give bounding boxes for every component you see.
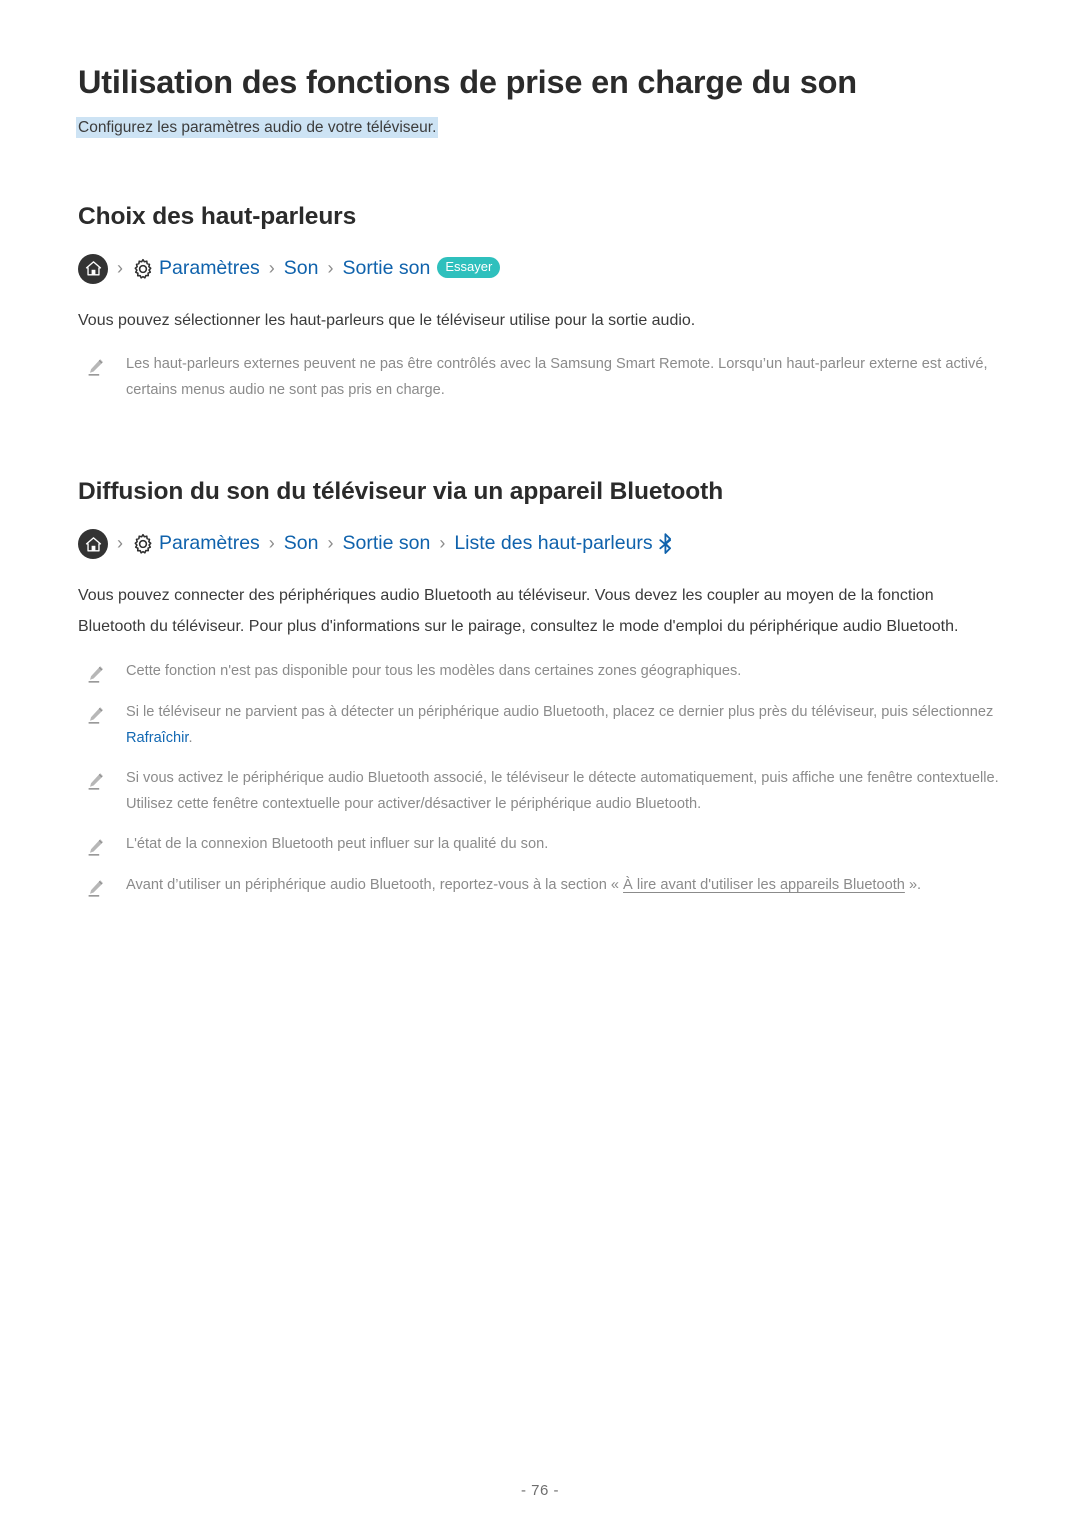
home-icon[interactable]	[78, 529, 108, 560]
gear-icon[interactable]	[132, 258, 154, 280]
breadcrumb-separator: ›	[268, 257, 275, 278]
note-text: Les haut-parleurs externes peuvent ne pa…	[126, 356, 988, 399]
note-item: L'état de la connexion Bluetooth peut in…	[78, 832, 1002, 859]
breadcrumb-separator: ›	[327, 533, 334, 554]
breadcrumb-separator: ›	[327, 257, 334, 278]
section-heading-speakers: Choix des haut-parleurs	[78, 202, 357, 230]
menu-reference-rafraichir[interactable]: Rafraîchir	[126, 730, 188, 746]
breadcrumb-item-son[interactable]: Son	[284, 258, 319, 279]
notes-list-speakers: Les haut-parleurs externes peuvent ne pa…	[78, 352, 1002, 404]
breadcrumb-item-sortie-son[interactable]: Sortie son	[343, 258, 431, 279]
note-text: Cette fonction n'est pas disponible pour…	[126, 662, 742, 679]
page-title: Utilisation des fonctions de prise en ch…	[78, 64, 857, 100]
note-item: Les haut-parleurs externes peuvent ne pa…	[78, 352, 1002, 404]
note-text-before: Si le téléviseur ne parvient pas à détec…	[126, 703, 994, 720]
breadcrumb-separator: ›	[439, 533, 446, 554]
try-badge[interactable]: Essayer	[437, 257, 501, 279]
pencil-icon	[86, 705, 105, 727]
note-text: Avant d’utiliser un périphérique audio B…	[126, 873, 921, 899]
note-text: Si le téléviseur ne parvient pas à détec…	[126, 700, 1001, 752]
section-body-speakers: Vous pouvez sélectionner les haut-parleu…	[78, 311, 696, 329]
page-subtitle: Configurez les paramètres audio de votre…	[78, 118, 437, 136]
notes-list-bluetooth: Cette fonction n'est pas disponible pour…	[78, 659, 1002, 900]
note-text: Si vous activez le périphérique audio Bl…	[126, 769, 999, 812]
pencil-icon	[86, 664, 105, 686]
page-number: - 76 -	[520, 1482, 559, 1499]
breadcrumb-item-parametres[interactable]: Paramètres	[159, 258, 260, 279]
bluetooth-icon	[658, 533, 673, 555]
note-item: Cette fonction n'est pas disponible pour…	[78, 659, 1002, 686]
breadcrumb-separator: ›	[117, 257, 123, 278]
pencil-icon	[86, 837, 105, 859]
note-item: Si le téléviseur ne parvient pas à détec…	[78, 700, 1002, 752]
gear-icon[interactable]	[132, 533, 154, 555]
breadcrumb-separator: ›	[117, 533, 123, 554]
breadcrumb-speakers: › Paramètres › Son › Sortie son Essayer	[78, 253, 1002, 284]
home-icon[interactable]	[78, 253, 108, 284]
breadcrumb-item-liste-haut-parleurs[interactable]: Liste des haut-parleurs	[454, 534, 652, 554]
pencil-icon	[86, 771, 105, 793]
pencil-icon	[86, 357, 105, 379]
note-item: Si vous activez le périphérique audio Bl…	[78, 766, 1002, 818]
document-page: Utilisation des fonctions de prise en ch…	[0, 0, 1080, 1527]
section-heading-bluetooth: Diffusion du son du téléviseur via un ap…	[78, 478, 724, 506]
breadcrumb-item-sortie-son[interactable]: Sortie son	[343, 534, 431, 554]
pencil-icon	[86, 878, 105, 900]
note-text-after: .	[188, 729, 193, 746]
page-subtitle-container: Configurez les paramètres audio de votre…	[78, 116, 1002, 139]
note-item: Avant d’utiliser un périphérique audio B…	[78, 873, 1002, 900]
breadcrumb-bluetooth: › Paramètres › Son › Sortie son › Liste …	[78, 529, 1002, 560]
note-text-before: Avant d’utiliser un périphérique audio B…	[126, 876, 624, 893]
breadcrumb-item-parametres[interactable]: Paramètres	[159, 534, 260, 554]
breadcrumb-separator: ›	[268, 533, 275, 554]
breadcrumb-item-son[interactable]: Son	[284, 534, 319, 554]
section-body-bluetooth: Vous pouvez connecter des périphériques …	[78, 587, 959, 635]
note-text-after: ».	[904, 876, 922, 893]
cross-reference-link[interactable]: À lire avant d'utiliser les appareils Bl…	[623, 877, 905, 893]
note-text: L'état de la connexion Bluetooth peut in…	[126, 835, 549, 852]
